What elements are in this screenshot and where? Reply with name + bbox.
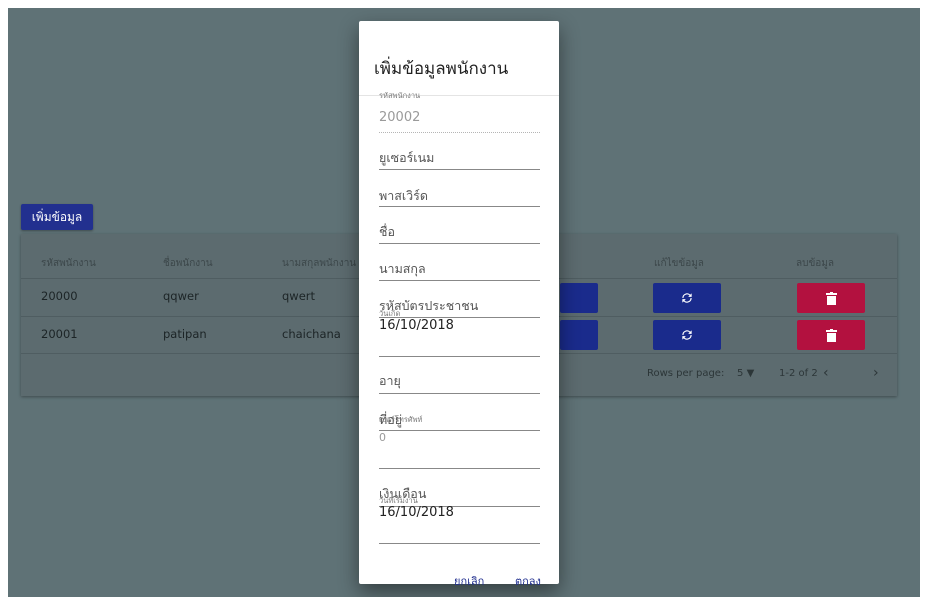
- view-button[interactable]: [560, 283, 598, 313]
- field-underline: [379, 132, 540, 133]
- employee-id-label: รหัสพนักงาน: [379, 91, 421, 100]
- header-employee-id: รหัสพนักงาน: [41, 258, 96, 269]
- cell-employee-name: patipan: [163, 327, 207, 341]
- field-underline: [379, 468, 540, 469]
- delete-row-button[interactable]: [797, 283, 865, 313]
- employee-id-field: 20002: [379, 110, 421, 125]
- field-underline: [379, 280, 540, 281]
- phone-field[interactable]: 0: [379, 431, 386, 444]
- field-underline: [379, 393, 540, 394]
- pagination-range: 1-2 of 2: [779, 368, 818, 379]
- refresh-icon: [682, 330, 692, 340]
- header-edit: แก้ไขข้อมูล: [654, 258, 704, 269]
- cell-employee-id: 20001: [41, 327, 78, 341]
- trash-icon: [825, 328, 837, 342]
- header-delete: ลบข้อมูล: [796, 258, 835, 269]
- add-employee-dialog: เพิ่มข้อมูลพนักงาน รหัสพนักงาน 20002 ยูเ…: [359, 21, 559, 588]
- username-field[interactable]: ยูเซอร์เนม: [379, 148, 434, 168]
- birthdate-field[interactable]: 16/10/2018: [379, 318, 454, 333]
- field-underline: [379, 243, 540, 244]
- chevron-right-icon[interactable]: ›: [873, 365, 879, 381]
- refresh-icon: [682, 293, 692, 303]
- ok-button[interactable]: ตกลง: [515, 572, 541, 590]
- edit-row-button[interactable]: [653, 320, 721, 350]
- field-underline: [379, 543, 540, 544]
- header-employee-name: ชื่อพนักงาน: [163, 258, 213, 269]
- field-underline: [379, 169, 540, 170]
- caret-down-icon: ▼: [746, 368, 755, 379]
- cancel-button[interactable]: ยกเลิก: [454, 572, 484, 590]
- view-button[interactable]: [560, 320, 598, 350]
- trash-icon: [825, 291, 837, 305]
- field-underline: [379, 430, 540, 431]
- last-name-field[interactable]: นามสกุล: [379, 259, 426, 279]
- header-employee-surname: นามสกุลพนักงาน: [282, 258, 357, 269]
- cell-employee-name: qqwer: [163, 289, 199, 303]
- edit-row-button[interactable]: [653, 283, 721, 313]
- dialog-title: เพิ่มข้อมูลพนักงาน: [374, 59, 509, 79]
- age-field[interactable]: อายุ: [379, 371, 401, 391]
- cell-employee-id: 20000: [41, 289, 78, 303]
- start-date-field[interactable]: 16/10/2018: [379, 505, 454, 520]
- delete-row-button[interactable]: [797, 320, 865, 350]
- rows-per-page-value: 5: [737, 368, 744, 379]
- password-field[interactable]: พาสเวิร์ด: [379, 186, 428, 206]
- field-underline: [379, 356, 540, 357]
- chevron-left-icon[interactable]: ‹: [823, 365, 829, 381]
- cell-employee-surname: chaichana: [282, 327, 341, 341]
- phone-label: เบอร์โทรศัพท์: [379, 415, 423, 424]
- rows-per-page-label: Rows per page:: [647, 368, 725, 379]
- first-name-field[interactable]: ชื่อ: [379, 222, 395, 242]
- rows-per-page-select[interactable]: 5 ▼: [737, 368, 754, 379]
- add-data-button[interactable]: เพิ่มข้อมูล: [21, 204, 93, 230]
- field-underline: [379, 206, 540, 207]
- cell-employee-surname: qwert: [282, 289, 316, 303]
